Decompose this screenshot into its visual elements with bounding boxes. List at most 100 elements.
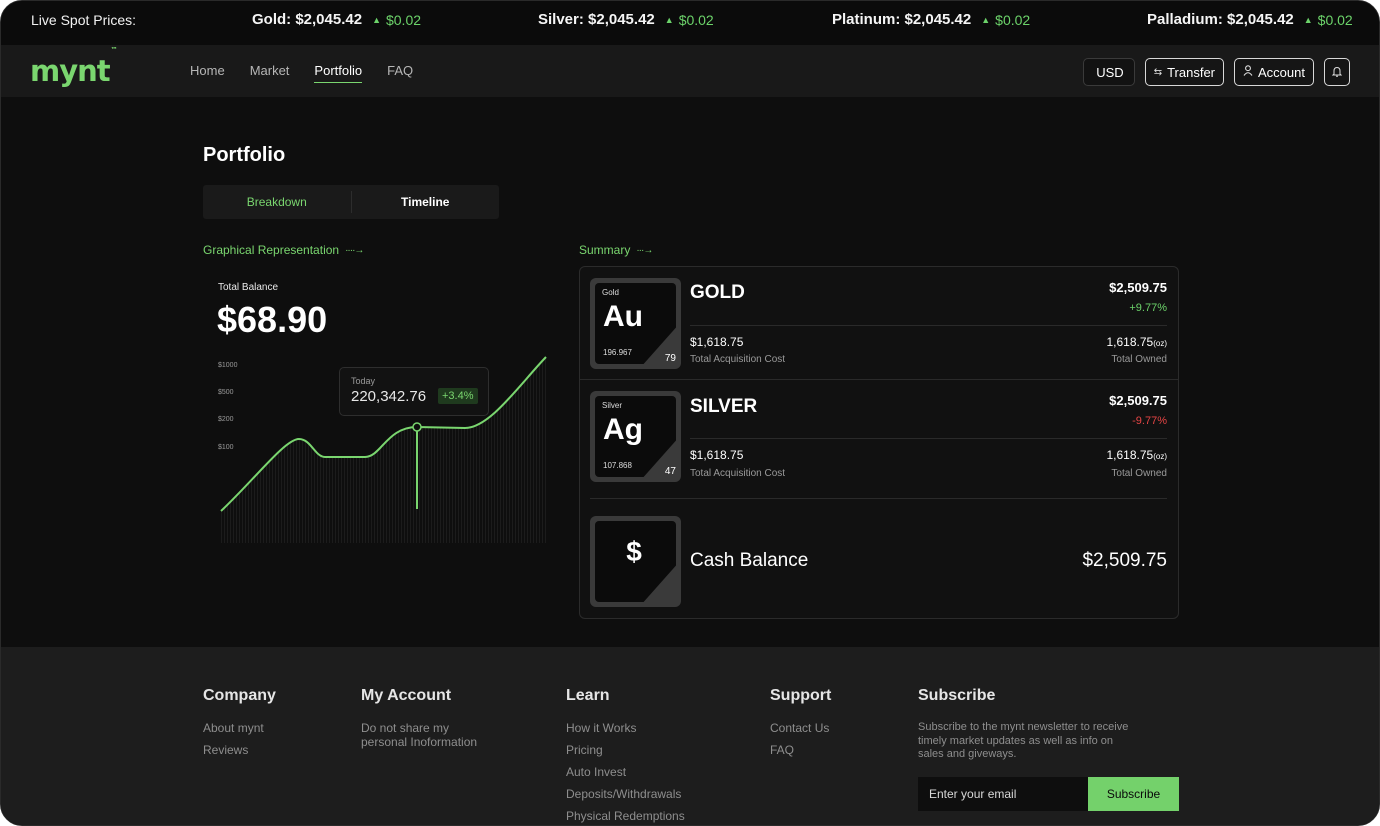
spot-price-ticker: Live Spot Prices: Gold: $2,045.42 ▲ $0.0… — [1, 1, 1379, 45]
email-input[interactable] — [918, 777, 1088, 811]
nav-actions: USD ⇆ Transfer Account — [1083, 58, 1350, 86]
footer-heading: My Account — [361, 687, 452, 704]
footer-heading: Support — [770, 687, 832, 704]
metal-value: $2,509.75 — [1109, 393, 1167, 408]
top-navigation: mynt™ Home Market Portfolio FAQ USD ⇆ Tra… — [1, 45, 1379, 97]
ticker-item-silver: Silver: $2,045.42 ▲ $0.02 — [538, 11, 714, 28]
metal-name-gold: GOLD — [690, 282, 745, 303]
divider — [590, 498, 1167, 499]
element-symbol: Au — [603, 300, 643, 333]
y-tick-200: $200 — [218, 416, 234, 423]
tooltip-change: +3.4% — [438, 388, 478, 404]
up-arrow-icon: ▲ — [1303, 14, 1313, 25]
ticker-change: $0.02 — [1317, 11, 1353, 28]
footer-link-auto-invest[interactable]: Auto Invest — [566, 765, 685, 779]
subscribe-form: Subscribe — [918, 777, 1179, 811]
tab-timeline[interactable]: Timeline — [352, 185, 500, 219]
currency-selector[interactable]: USD — [1083, 58, 1135, 86]
footer-link-pricing[interactable]: Pricing — [566, 743, 685, 757]
currency-label: USD — [1096, 64, 1124, 80]
user-icon — [1243, 65, 1253, 79]
owned-label: Total Owned — [1111, 468, 1167, 479]
footer-link-redemptions[interactable]: Physical Redemptions — [566, 809, 685, 823]
footer-heading: Subscribe — [918, 687, 996, 704]
graph-section-heading[interactable]: Graphical Representation ····→ — [203, 243, 364, 257]
nav-link-home[interactable]: Home — [190, 63, 225, 83]
silver-element-card[interactable]: Silver Ag 107.868 47 — [590, 391, 681, 482]
app-window: Live Spot Prices: Gold: $2,045.42 ▲ $0.0… — [0, 0, 1380, 826]
ticker-label: Live Spot Prices: — [31, 12, 137, 28]
cash-card[interactable]: $ — [590, 516, 681, 607]
y-tick-100: $100 — [218, 444, 234, 451]
owned-value: 1,618.75(oz) — [967, 448, 1168, 462]
ticker-price: Gold: $2,045.42 — [252, 11, 363, 28]
element-symbol: Ag — [603, 413, 643, 446]
subscribe-button[interactable]: Subscribe — [1088, 777, 1179, 811]
ticker-change: $0.02 — [678, 11, 714, 28]
chart-tooltip: Today 220,342.76 +3.4% — [339, 367, 489, 416]
ticker-item-platinum: Platinum: $2,045.42 ▲ $0.02 — [832, 11, 1030, 28]
footer-link-deposits[interactable]: Deposits/Withdrawals — [566, 787, 685, 801]
account-button[interactable]: Account — [1234, 58, 1314, 86]
tab-breakdown[interactable]: Breakdown — [203, 191, 352, 213]
owned-value: 1,618.75(oz) — [967, 335, 1168, 349]
element-number: 79 — [664, 353, 676, 364]
up-arrow-icon: ▲ — [981, 14, 991, 25]
logo-text: mynt — [30, 54, 111, 88]
footer-link-reviews[interactable]: Reviews — [203, 743, 276, 757]
owned-unit: (oz) — [1153, 452, 1167, 461]
footer-link-how-it-works[interactable]: How it Works — [566, 721, 685, 735]
footer-heading: Learn — [566, 687, 610, 704]
owned-amount: 1,618.75 — [1106, 448, 1154, 462]
nav-link-market[interactable]: Market — [250, 63, 290, 83]
footer-support: Support Contact Us FAQ — [770, 687, 831, 765]
acquisition-value: $1,618.75 — [690, 448, 744, 462]
nav-link-faq[interactable]: FAQ — [387, 63, 413, 83]
y-tick-1000: $1000 — [218, 362, 238, 369]
acquisition-label: Total Acquisition Cost — [690, 468, 786, 479]
footer-my-account: My Account Do not share my personal Inof… — [361, 687, 486, 757]
footer-link-privacy[interactable]: Do not share my personal Inoformation — [361, 721, 486, 749]
up-arrow-icon: ▲ — [372, 14, 381, 25]
summary-heading-label: Summary — [579, 243, 631, 257]
graph-heading-label: Graphical Representation — [203, 243, 340, 257]
total-balance-value: $68.90 — [217, 299, 328, 340]
divider — [580, 379, 1178, 380]
acquisition-label: Total Acquisition Cost — [690, 354, 786, 365]
metal-change: +9.77% — [1129, 302, 1167, 314]
ticker-change: $0.02 — [385, 11, 422, 28]
element-weight: 196.967 — [603, 348, 632, 357]
cash-balance-label: Cash Balance — [690, 550, 809, 571]
bell-icon — [1331, 65, 1343, 80]
footer-company: Company About mynt Reviews — [203, 687, 276, 765]
today-marker-point — [412, 422, 422, 432]
footer-learn: Learn How it Works Pricing Auto Invest D… — [566, 687, 685, 825]
mynt-logo[interactable]: mynt™ — [30, 46, 118, 88]
tooltip-value: 220,342.76 — [351, 388, 427, 405]
element-number: 47 — [664, 466, 676, 477]
ticker-item-gold: Gold: $2,045.42 ▲ $0.02 — [252, 11, 421, 28]
footer-subscribe: Subscribe Subscribe to the mynt newslett… — [918, 687, 1133, 762]
element-weight: 107.868 — [603, 461, 632, 470]
total-balance-label: Total Balance — [218, 282, 279, 293]
swap-arrows-icon: ⇆ — [1153, 66, 1163, 78]
dollar-icon: $ — [626, 536, 642, 567]
transfer-button[interactable]: ⇆ Transfer — [1144, 58, 1225, 86]
ticker-price: Palladium: $2,045.42 — [1147, 11, 1294, 28]
view-tabs: Breakdown Timeline — [203, 185, 499, 219]
logo-trademark: ™ — [110, 46, 118, 55]
nav-link-portfolio[interactable]: Portfolio — [314, 63, 363, 83]
acquisition-value: $1,618.75 — [690, 335, 744, 349]
summary-section-heading[interactable]: Summary ···→ — [579, 243, 653, 257]
arrow-right-icon: ···→ — [636, 244, 653, 256]
metal-value: $2,509.75 — [1109, 280, 1167, 295]
footer-link-about[interactable]: About mynt — [203, 721, 276, 735]
gold-element-card[interactable]: Gold Au 196.967 79 — [590, 278, 681, 369]
element-name: Silver — [602, 401, 623, 410]
subscribe-description: Subscribe to the mynt newsletter to rece… — [918, 721, 1129, 760]
footer-link-contact[interactable]: Contact Us — [770, 721, 831, 735]
footer-link-faq[interactable]: FAQ — [770, 743, 831, 757]
notifications-button[interactable] — [1324, 58, 1350, 86]
metal-change: -9.77% — [1132, 415, 1167, 427]
footer-heading: Company — [203, 687, 276, 704]
